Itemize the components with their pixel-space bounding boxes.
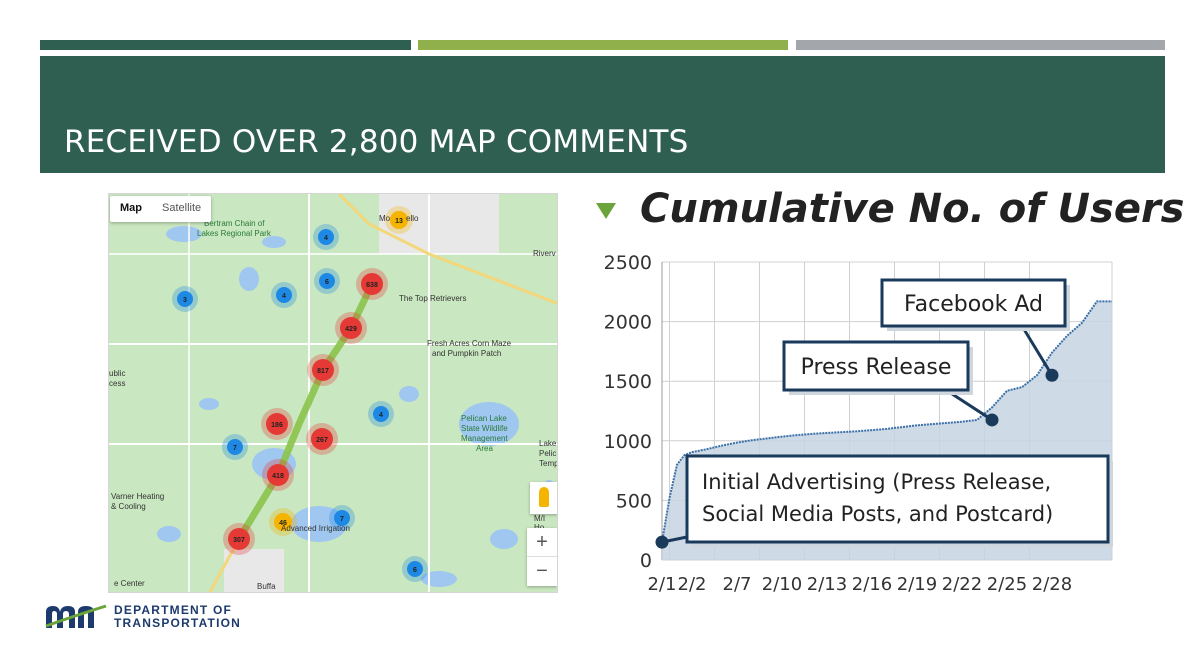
y-tick-label: 2500 <box>604 252 652 274</box>
y-tick-label: 1000 <box>604 431 652 453</box>
accent-bar-gray <box>796 40 1165 50</box>
map-place-label: Mo <box>379 214 391 223</box>
map-place-label: Fresh Acres Corn Maze <box>427 339 512 348</box>
y-tick-label: 1500 <box>604 371 652 393</box>
y-tick-label: 500 <box>616 490 652 512</box>
map-type-toggle[interactable]: Map Satellite <box>110 196 212 222</box>
map-cluster-count: 418 <box>272 473 284 480</box>
map-place-label: Bertram Chain of <box>204 219 265 228</box>
zoom-out-button[interactable]: − <box>527 557 557 586</box>
accent-bar-light-green <box>418 40 788 50</box>
map-cluster-marker[interactable]: 7 <box>222 434 248 460</box>
accent-bar-dark-green <box>40 40 411 50</box>
zoom-in-button[interactable]: + <box>527 528 557 557</box>
annotation-text: Facebook Ad <box>904 292 1043 317</box>
annotation-connector <box>1020 325 1054 377</box>
map-cluster-count: 429 <box>345 326 357 333</box>
x-tick-label: 2/10 <box>762 574 802 595</box>
map-cluster-count: 4 <box>282 293 286 300</box>
street-view-pegman-icon[interactable] <box>530 482 557 514</box>
chart-title: Cumulative No. of Users <box>640 186 1185 232</box>
map-cluster-marker[interactable]: 429 <box>335 312 367 344</box>
map-cluster-count: 7 <box>340 516 344 523</box>
map-place-label: cess <box>109 379 126 388</box>
satellite-tab[interactable]: Satellite <box>152 196 211 222</box>
map-cluster-count: 186 <box>271 422 283 429</box>
bullet-triangle-icon <box>596 203 616 219</box>
map-place-label: Pelic <box>539 449 557 458</box>
y-tick-label: 0 <box>640 550 652 572</box>
x-tick-label: 2/2 <box>678 574 707 595</box>
x-tick-label: 2/19 <box>897 574 937 595</box>
map-place-label: Varner Heating <box>111 492 165 501</box>
x-tick-label: 2/25 <box>987 574 1027 595</box>
map-cluster-count: 4 <box>324 235 328 242</box>
map-place-label: Area <box>476 444 493 453</box>
map-cluster-marker[interactable]: 186 <box>261 408 293 440</box>
map-cluster-count: 7 <box>233 445 237 452</box>
map-place-label: Management <box>461 434 508 443</box>
map-cluster-marker[interactable]: 4 <box>368 401 394 427</box>
zoom-controls[interactable]: + − <box>527 528 557 586</box>
map-place-label: e Center <box>114 579 145 588</box>
comments-map[interactable]: 13 638 429 817 186 267 418 307 46 4 4 6 3 4 7 7 6 Bertra… <box>108 193 558 593</box>
map-cluster-marker[interactable]: 307 <box>223 523 255 555</box>
map-place-label: ello <box>406 214 419 223</box>
annotation-text: Press Release <box>801 355 952 380</box>
title-banner: RECEIVED OVER 2,800 MAP COMMENTS <box>40 56 1165 173</box>
chart-annotation: Initial Advertising (Press Release, Socia… <box>655 454 1113 549</box>
chart-annotation: Press Release <box>782 340 999 427</box>
map-cluster-marker[interactable]: 267 <box>306 423 338 455</box>
map-place-label: Lake <box>539 439 557 448</box>
map-place-label: and Pumpkin Patch <box>432 349 502 358</box>
map-cluster-marker[interactable]: 6 <box>314 268 340 294</box>
map-tab[interactable]: Map <box>110 196 152 222</box>
x-tick-label: 2/13 <box>807 574 847 595</box>
x-tick-label: 2/22 <box>942 574 982 595</box>
map-cluster-marker[interactable]: 418 <box>262 459 294 491</box>
mn-logo-icon <box>45 604 107 628</box>
annotation-text: Initial Advertising (Press Release, <box>702 470 1051 494</box>
annotation-text: Social Media Posts, and Postcard) <box>702 502 1053 526</box>
x-tick-label: 2/16 <box>852 574 892 595</box>
x-tick-label: 2/7 <box>723 574 752 595</box>
map-place-label: The Top Retrievers <box>399 294 467 303</box>
annotation-point <box>655 535 669 549</box>
map-cluster-marker[interactable]: 6 <box>402 556 428 582</box>
map-cluster-count: 817 <box>317 368 329 375</box>
map-cluster-count: 3 <box>183 297 187 304</box>
map-place-label: State Wildlife <box>461 424 508 433</box>
annotation-box <box>685 454 1110 544</box>
map-place-label: Pelican Lake <box>461 414 507 423</box>
annotation-point <box>1045 368 1059 382</box>
map-place-label: Riverv <box>533 249 556 258</box>
map-place-label: ublic <box>109 369 126 378</box>
map-cluster-count: 307 <box>233 537 245 544</box>
map-cluster-marker[interactable]: 4 <box>313 224 339 250</box>
map-place-label: & Cooling <box>111 502 146 511</box>
cumulative-users-chart: 050010001500200025002/1 2/2 2/7 2/10 2/13 2/1… <box>604 252 1113 595</box>
map-cluster-count: 4 <box>379 412 383 419</box>
logo-text: DEPARTMENT OF TRANSPORTATION <box>114 604 241 630</box>
map-place-label: Lakes Regional Park <box>197 229 271 238</box>
annotation-point <box>985 413 999 427</box>
map-place-label: Advanced Irrigation <box>281 524 350 533</box>
map-cluster-count: 638 <box>366 282 378 289</box>
map-cluster-marker[interactable]: 4 <box>271 282 297 308</box>
y-tick-label: 2000 <box>604 312 652 334</box>
logo-line2: TRANSPORTATION <box>114 616 242 630</box>
slide-title: RECEIVED OVER 2,800 MAP COMMENTS <box>64 124 689 160</box>
map-cluster-count: 267 <box>316 437 328 444</box>
map-place-label: Temp <box>539 459 558 468</box>
map-cluster-count: 6 <box>413 567 417 574</box>
x-tick-label: 2/28 <box>1032 574 1072 595</box>
map-cluster-count: 13 <box>395 218 403 225</box>
map-canvas[interactable]: 136384298171862674183074644634776 <box>109 194 558 593</box>
map-cluster-marker[interactable]: 638 <box>356 268 388 300</box>
map-cluster-count: 6 <box>325 279 329 286</box>
map-place-label: Buffa <box>257 582 276 591</box>
map-cluster-marker[interactable]: 3 <box>172 286 198 312</box>
x-tick-label: 2/1 <box>648 574 677 595</box>
map-cluster-marker[interactable]: 817 <box>307 354 339 386</box>
